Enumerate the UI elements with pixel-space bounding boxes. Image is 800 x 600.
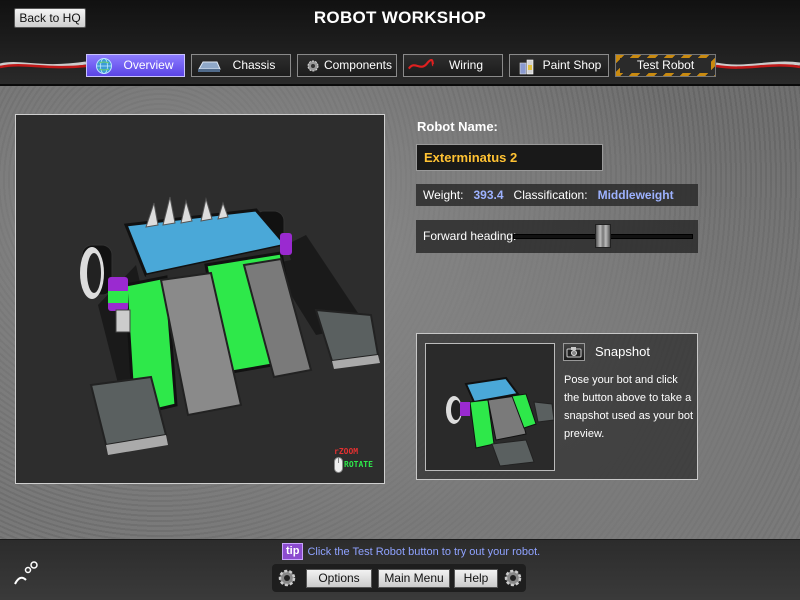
- footer-bar: tip Click the Test Robot button to try o…: [0, 539, 800, 600]
- help-button[interactable]: Help: [454, 569, 498, 588]
- mouse-icon: [334, 457, 343, 473]
- robot-model: [80, 196, 380, 455]
- tab-components[interactable]: Components: [297, 54, 397, 77]
- page-title: ROBOT WORKSHOP: [313, 8, 487, 27]
- tab-label: Test Robot: [620, 58, 711, 73]
- robot-stats-bar: Weight: 393.4 Classification: Middleweig…: [416, 184, 698, 206]
- chassis-icon: [196, 55, 222, 76]
- snapshot-title: Snapshot: [595, 344, 650, 359]
- tab-chassis[interactable]: Chassis: [191, 54, 291, 77]
- tip-text: Click the Test Robot button to try out y…: [307, 545, 541, 558]
- classification-label: Classification:: [513, 188, 588, 202]
- robot-3d-viewport[interactable]: rZOOM ROTATE: [15, 114, 385, 484]
- tip-line: tip Click the Test Robot button to try o…: [282, 543, 540, 560]
- classification-value: Middleweight: [597, 188, 674, 202]
- paint-can-icon: [514, 55, 540, 76]
- gear-icon: [504, 569, 522, 587]
- tip-badge: tip: [282, 543, 304, 560]
- snapshot-preview: [425, 343, 555, 471]
- main-menu-button[interactable]: Main Menu: [378, 569, 450, 588]
- mouse-cursor-icon: [14, 561, 38, 585]
- wire-icon: [408, 55, 434, 76]
- snapshot-description: Pose your bot and click the button above…: [564, 374, 694, 440]
- options-button[interactable]: Options: [306, 569, 372, 588]
- forward-heading-row: Forward heading:: [416, 220, 698, 253]
- snapshot-panel: Snapshot Pose your bot and click the but…: [416, 333, 698, 480]
- tab-wiring[interactable]: Wiring: [403, 54, 503, 77]
- globe-icon: [91, 55, 117, 76]
- tab-label: Overview: [123, 58, 174, 72]
- forward-heading-label: Forward heading:: [423, 229, 517, 243]
- tab-overview[interactable]: Overview: [86, 54, 185, 77]
- robot-name-label: Robot Name:: [417, 119, 498, 134]
- header-bar: Back to HQ ROBOT WORKSHOP Overview Chass…: [0, 0, 800, 86]
- snapshot-button[interactable]: [563, 343, 585, 361]
- slider-thumb[interactable]: [595, 224, 611, 248]
- robot-name-input[interactable]: Exterminatus 2: [416, 144, 603, 171]
- tab-label: Components: [323, 58, 392, 72]
- tab-label: Wiring: [448, 58, 483, 72]
- test-robot-button[interactable]: Test Robot: [615, 54, 716, 77]
- tab-label: Chassis: [232, 58, 276, 72]
- gear-icon: [302, 55, 324, 76]
- weight-value: 393.4: [473, 188, 504, 202]
- zoom-hint-label: rZOOM: [334, 447, 359, 456]
- weight-label: Weight:: [423, 188, 464, 202]
- gear-icon: [278, 569, 296, 587]
- zoom-rotate-hint: rZOOM ROTATE: [334, 447, 373, 473]
- camera-icon: [566, 347, 582, 358]
- rotate-hint-label: ROTATE: [334, 457, 373, 473]
- menu-bar: Options Main Menu Help: [272, 564, 526, 592]
- workshop-tabs: Overview Chassis Components Wiring Paint…: [0, 54, 800, 78]
- tab-label: Paint Shop: [542, 58, 602, 72]
- tab-paint-shop[interactable]: Paint Shop: [509, 54, 609, 77]
